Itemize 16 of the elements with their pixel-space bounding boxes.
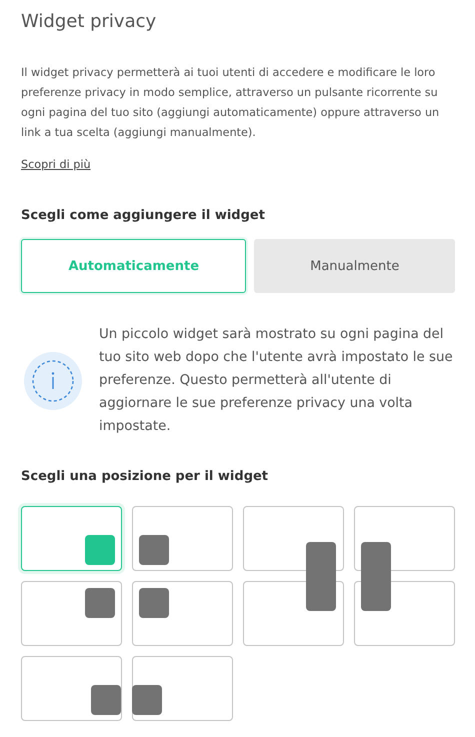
widget-marker (85, 535, 115, 565)
method-option[interactable]: Manualmente (254, 239, 455, 293)
widget-marker (139, 588, 169, 618)
section-heading: Scegli una posizione per il widget (21, 468, 270, 486)
learn-more-link[interactable]: Scopri di più (21, 156, 91, 174)
widget-marker (91, 685, 121, 715)
widget-marker (139, 535, 169, 565)
section-heading: Scegli come aggiungere il widget (21, 207, 266, 225)
widget-marker (132, 685, 162, 715)
page-title: Widget privacy (21, 10, 158, 34)
widget-marker (306, 542, 336, 611)
widget-marker (85, 588, 115, 618)
widget-marker (361, 542, 391, 611)
info-text: Un piccolo widget sarà mostrato su ogni pagina del tuo sito web dopo che l'utente avrà impostato le sue preferenze. Questo permetterà all'utente di aggiornare le sue preferenze privacy una volta impostate. (99, 326, 454, 436)
info-icon (24, 352, 82, 410)
description-text: Il widget privacy permetterà ai tuoi utenti di accedere e modificare le loro preferenze privacy in modo semplice, attraverso un pulsante ricorrente su ogni pagina del tuo sito (aggiungi automaticamente) oppure attraverso un link a tua scelta (aggiungi manualmente). (21, 65, 440, 141)
